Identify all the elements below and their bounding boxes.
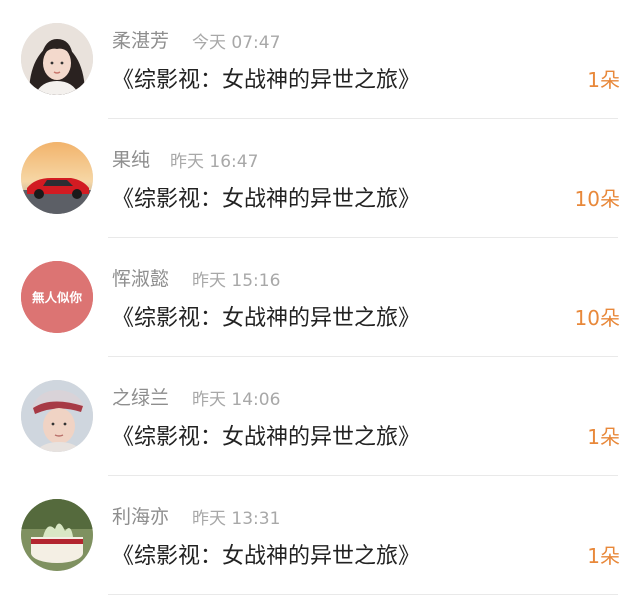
- avatar[interactable]: [21, 23, 93, 95]
- work-title[interactable]: 《综影视：女战神的异世之旅》: [112, 62, 420, 94]
- list-item[interactable]: 利海亦 昨天 13:31 《综影视：女战神的异世之旅》 1朵: [0, 476, 640, 595]
- avatar[interactable]: 無人似你: [21, 261, 93, 333]
- text-badge-avatar-icon: 無人似你: [21, 261, 93, 333]
- user-name[interactable]: 恽淑懿: [112, 264, 169, 291]
- list-item[interactable]: 無人似你 恽淑懿 昨天 15:16 《综影视：女战神的异世之旅》 10朵: [0, 238, 640, 357]
- gift-count: 10朵: [574, 187, 620, 211]
- avatar[interactable]: [21, 499, 93, 571]
- user-name[interactable]: 之绿兰: [112, 383, 169, 410]
- gift-time: 昨天 16:47: [170, 152, 259, 172]
- red-car-sunset-avatar-icon: [21, 142, 93, 214]
- boy-portrait-avatar-icon: [21, 380, 93, 452]
- gift-time: 昨天 13:31: [192, 509, 281, 529]
- work-title[interactable]: 《综影视：女战神的异世之旅》: [112, 181, 420, 213]
- gift-count: 1朵: [587, 68, 620, 92]
- gift-time: 今天 07:47: [192, 33, 281, 53]
- list-item[interactable]: 柔湛芳 今天 07:47 《综影视：女战神的异世之旅》 1朵: [0, 0, 640, 119]
- gift-count: 1朵: [587, 425, 620, 449]
- avatar[interactable]: [21, 380, 93, 452]
- gift-time: 昨天 14:06: [192, 390, 281, 410]
- avatar[interactable]: [21, 142, 93, 214]
- gift-record-list: 柔湛芳 今天 07:47 《综影视：女战神的异世之旅》 1朵 果纯 昨天 16:…: [0, 0, 640, 601]
- user-name[interactable]: 利海亦: [112, 502, 169, 529]
- work-title[interactable]: 《综影视：女战神的异世之旅》: [112, 419, 420, 451]
- user-name[interactable]: 果纯: [112, 145, 150, 172]
- user-name[interactable]: 柔湛芳: [112, 26, 169, 53]
- cake-photo-avatar-icon: [21, 499, 93, 571]
- list-item[interactable]: 果纯 昨天 16:47 《综影视：女战神的异世之旅》 10朵: [0, 119, 640, 238]
- gift-count: 1朵: [587, 544, 620, 568]
- avatar-text: 無人似你: [32, 290, 83, 305]
- work-title[interactable]: 《综影视：女战神的异世之旅》: [112, 538, 420, 570]
- gift-time: 昨天 15:16: [192, 271, 281, 291]
- work-title[interactable]: 《综影视：女战神的异世之旅》: [112, 300, 420, 332]
- gift-count: 10朵: [574, 306, 620, 330]
- list-item[interactable]: 之绿兰 昨天 14:06 《综影视：女战神的异世之旅》 1朵: [0, 357, 640, 476]
- divider: [108, 594, 618, 595]
- girl-portrait-avatar-icon: [21, 23, 93, 95]
